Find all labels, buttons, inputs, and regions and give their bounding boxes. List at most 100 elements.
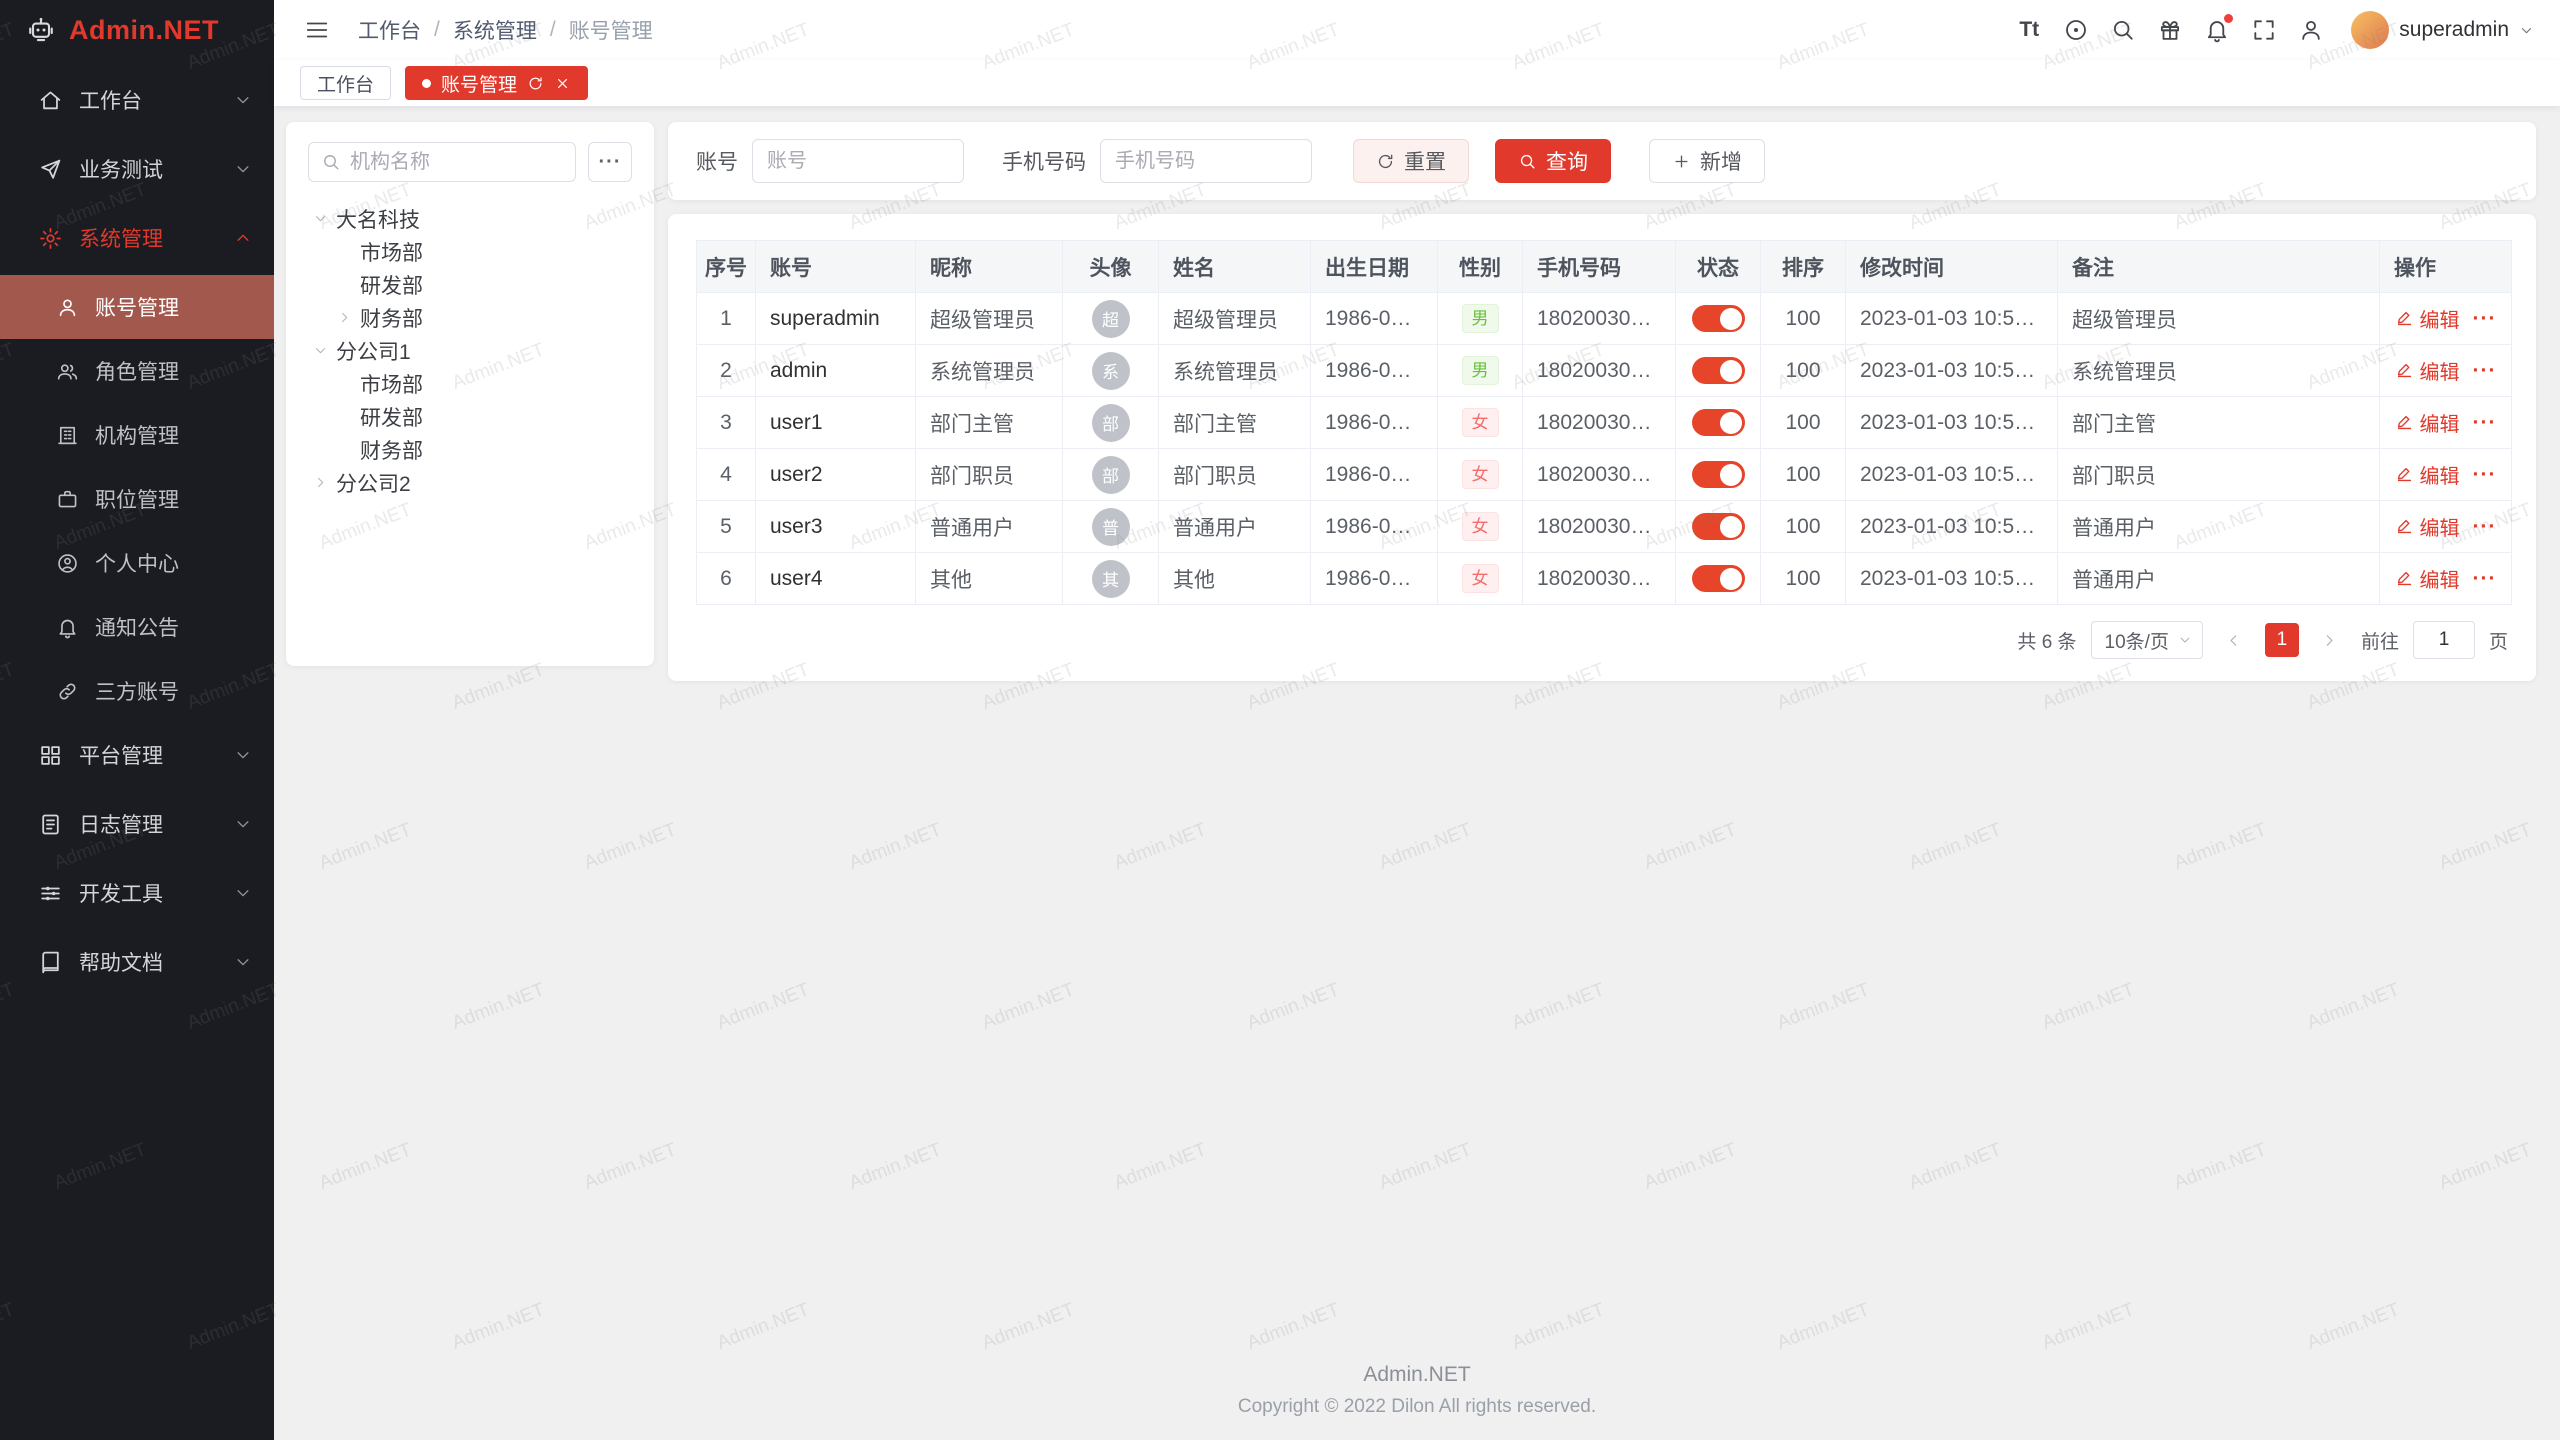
next-page-button[interactable] [2313,623,2347,657]
cell-avatar: 其 [1063,553,1159,605]
tree-caret-down-icon[interactable] [308,339,332,363]
tab-label: 工作台 [317,70,374,97]
tree-caret-right-icon[interactable] [332,306,356,330]
tree-node[interactable]: 财务部 [308,433,632,466]
page-size-select[interactable]: 10条/页 [2091,621,2203,659]
breadcrumb: 工作台/系统管理/账号管理 [358,15,653,45]
cell-remark: 部门主管 [2058,397,2380,449]
theme-skin-icon[interactable] [2151,11,2189,49]
tree-node[interactable]: 研发部 [308,268,632,301]
row-more-button[interactable]: ··· [2473,515,2497,538]
font-size-icon[interactable]: Tt [2010,11,2048,49]
cell-status [1676,397,1761,449]
sidebar-subitem-position-admin[interactable]: 职位管理 [0,467,274,531]
app-logo: Admin.NET [0,0,274,60]
tab-refresh-icon[interactable] [527,75,544,92]
row-more-button[interactable]: ··· [2473,567,2497,590]
sidebar-item-platform-admin[interactable]: 平台管理 [0,723,274,787]
search-icon[interactable] [2104,11,2142,49]
tree-node[interactable]: 市场部 [308,367,632,400]
status-toggle[interactable] [1692,461,1745,488]
edit-button[interactable]: 编辑 [2395,356,2460,385]
reset-button[interactable]: 重置 [1353,139,1469,183]
tree-caret-right-icon[interactable] [308,471,332,495]
row-avatar: 普 [1092,508,1130,546]
sidebar-item-help-docs[interactable]: 帮助文档 [0,930,274,994]
fullscreen-icon[interactable] [2245,11,2283,49]
sidebar-subitem-notice[interactable]: 通知公告 [0,595,274,659]
phone-filter-input[interactable] [1100,139,1312,183]
sidebar-subitem-personal-center[interactable]: 个人中心 [0,531,274,595]
cell-avatar: 普 [1063,501,1159,553]
org-search-input[interactable] [350,151,563,174]
row-more-button[interactable]: ··· [2473,463,2497,486]
personcircle-icon [56,552,79,575]
person-icon[interactable] [2292,11,2330,49]
breadcrumb-item[interactable]: 系统管理 [453,15,537,45]
tree-node[interactable]: 市场部 [308,235,632,268]
query-button[interactable]: 查询 [1495,139,1611,183]
sidebar-item-workbench[interactable]: 工作台 [0,68,274,132]
row-more-button[interactable]: ··· [2473,359,2497,382]
status-toggle[interactable] [1692,357,1745,384]
edit-button[interactable]: 编辑 [2395,460,2460,489]
cell-account: user1 [756,397,916,449]
tree-toolbar: ··· [308,142,632,182]
tab-account-admin[interactable]: 账号管理 [405,66,588,100]
user-avatar [2351,11,2389,49]
edit-button[interactable]: 编辑 [2395,304,2460,333]
add-button[interactable]: 新增 [1649,139,1765,183]
sidebar-item-system-admin[interactable]: 系统管理 [0,206,274,270]
tree-caret-down-icon[interactable] [308,207,332,231]
breadcrumb-item[interactable]: 工作台 [358,15,421,45]
tree-node[interactable]: 分公司1 [308,334,632,367]
edit-icon [2395,413,2414,432]
tab-close-icon[interactable] [554,75,571,92]
tree-node[interactable]: 研发部 [308,400,632,433]
sidebar-item-dev-tools[interactable]: 开发工具 [0,861,274,925]
edit-button[interactable]: 编辑 [2395,564,2460,593]
cell-birthdate: 1986-06-28 [1311,345,1438,397]
tree-node[interactable]: 大名科技 [308,202,632,235]
sidebar-item-log-admin[interactable]: 日志管理 [0,792,274,856]
caret-glyph [337,310,352,325]
menu-collapse-icon[interactable] [298,11,336,49]
tree-node[interactable]: 财务部 [308,301,632,334]
sidebar-subitem-org-admin[interactable]: 机构管理 [0,403,274,467]
sidebar-item-business-test[interactable]: 业务测试 [0,137,274,201]
tree-node[interactable]: 分公司2 [308,466,632,499]
row-more-button[interactable]: ··· [2473,411,2497,434]
sidebar-subitem-third-party-account[interactable]: 三方账号 [0,659,274,723]
user-menu[interactable]: superadmin [2351,11,2534,49]
status-toggle[interactable] [1692,305,1745,332]
sidebar-item-label: 业务测试 [79,154,218,184]
status-toggle[interactable] [1692,513,1745,540]
cell-index: 1 [697,293,756,345]
cell-sort: 100 [1761,553,1846,605]
status-toggle[interactable] [1692,409,1745,436]
plus-icon [1672,152,1691,171]
accounts-table-card: 序号账号昵称头像姓名出生日期性别手机号码状态排序修改时间备注操作 1supera… [668,214,2536,681]
account-filter-input[interactable] [752,139,964,183]
circle-dot-icon[interactable] [2057,11,2095,49]
current-page-button[interactable]: 1 [2265,623,2299,657]
cell-nickname: 超级管理员 [916,293,1063,345]
edit-button[interactable]: 编辑 [2395,512,2460,541]
table-row: 2admin系统管理员系系统管理员1986-06-28男180200307201… [697,345,2512,397]
account-filter-label: 账号 [696,146,738,176]
edit-button[interactable]: 编辑 [2395,408,2460,437]
tree-more-button[interactable]: ··· [588,142,632,182]
row-avatar: 部 [1092,404,1130,442]
cell-index: 4 [697,449,756,501]
tab-workbench[interactable]: 工作台 [300,66,391,100]
prev-page-button[interactable] [2217,623,2251,657]
robot-logo-icon [26,15,56,45]
sidebar-subitem-account-admin[interactable]: 账号管理 [0,275,274,339]
row-more-button[interactable]: ··· [2473,307,2497,330]
goto-page-input[interactable] [2413,621,2475,659]
col-birthdate: 出生日期 [1311,241,1438,293]
sidebar-subitem-role-admin[interactable]: 角色管理 [0,339,274,403]
notification-bell-icon[interactable] [2198,11,2236,49]
breadcrumb-item[interactable]: 账号管理 [569,15,653,45]
status-toggle[interactable] [1692,565,1745,592]
